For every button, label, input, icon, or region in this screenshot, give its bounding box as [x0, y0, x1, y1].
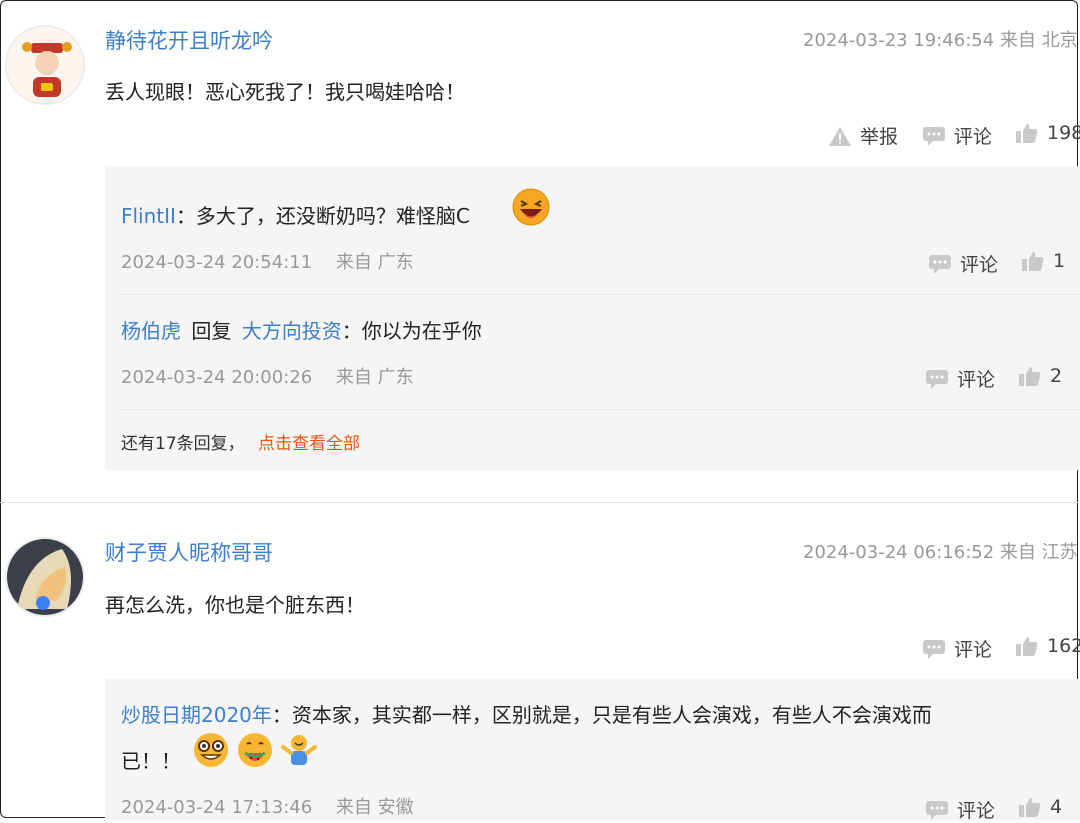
reply-target-username[interactable]: 大方向投资 — [242, 319, 342, 343]
more-replies: 还有17条回复， 点击查看全部 — [121, 429, 360, 454]
reply-like-button[interactable]: 4 — [1018, 796, 1062, 818]
comment-bubble-icon — [925, 799, 949, 821]
reply-word: 回复 — [191, 319, 232, 343]
comment-separator — [0, 502, 1080, 503]
reply-text: ：多大了，还没断奶吗？难怪脑C — [175, 204, 470, 228]
avatar[interactable] — [5, 25, 85, 105]
thumbs-up-icon — [1021, 250, 1045, 272]
comment-button[interactable]: 评论 — [922, 122, 992, 149]
comment-label: 评论 — [960, 254, 999, 276]
comment-time: 2024-03-23 19:46:54 — [803, 30, 995, 51]
like-count: 1 — [1053, 250, 1066, 272]
like-button[interactable]: 198 — [1015, 122, 1080, 144]
reply-username[interactable]: FlintII — [121, 204, 176, 228]
reply-like-button[interactable]: 2 — [1018, 365, 1062, 387]
avatar[interactable] — [5, 537, 85, 617]
grinning-glasses-emoji-icon — [192, 731, 230, 769]
reply-meta: 2024-03-24 20:00:26 来自 广东 — [121, 363, 414, 389]
comment-bubble-icon — [925, 368, 949, 390]
like-count: 4 — [1050, 796, 1063, 818]
thumbs-up-icon — [1015, 635, 1039, 657]
reply-location: 来自 广东 — [335, 252, 414, 273]
more-replies-count: 还有17条回复， — [121, 434, 245, 454]
shrug-emoji-icon — [280, 731, 318, 769]
comment-username[interactable]: 财子贾人昵称哥哥 — [105, 537, 273, 567]
comment-location: 来自 江苏 — [999, 542, 1078, 563]
like-count: 2 — [1050, 365, 1063, 387]
comment-timestamp: 2024-03-24 06:16:52 来自 江苏 — [803, 538, 1078, 564]
reply-text-continued: 已！！ — [121, 749, 181, 773]
reply-content: FlintII：多大了，还没断奶吗？难怪脑C — [121, 200, 470, 229]
like-button[interactable]: 162 — [1015, 635, 1080, 657]
comment-location: 来自 北京 — [999, 30, 1078, 51]
like-count: 198 — [1047, 122, 1080, 144]
reply-time: 2024-03-24 20:54:11 — [121, 252, 313, 273]
thumbs-up-icon — [1018, 365, 1042, 387]
reply-comment-button[interactable]: 评论 — [925, 365, 995, 392]
warning-icon — [828, 125, 852, 147]
laughing-emoji-icon — [512, 188, 550, 226]
comment-username[interactable]: 静待花开且听龙吟 — [105, 25, 273, 55]
thumbs-up-icon — [1018, 796, 1042, 818]
reply-username[interactable]: 杨伯虎 — [121, 319, 181, 343]
reply-content: 杨伯虎 回复 大方向投资：你以为在乎你 — [121, 315, 482, 344]
reply-location: 来自 广东 — [335, 367, 414, 388]
reply-comment-button[interactable]: 评论 — [925, 796, 995, 823]
comment-bubble-icon — [922, 125, 946, 147]
comment-bubble-icon — [922, 638, 946, 660]
comment-label: 评论 — [957, 800, 996, 822]
reply-content: 炒股日期2020年：资本家，其实都一样，区别就是，只是有些人会演戏，有些人不会演… — [121, 699, 932, 728]
watermelon-emoji-icon — [236, 731, 274, 769]
comment-label: 评论 — [954, 639, 993, 661]
reply-text: ：资本家，其实都一样，区别就是，只是有些人会演戏，有些人不会演戏而 — [271, 703, 932, 727]
reply-time: 2024-03-24 17:13:46 — [121, 797, 313, 818]
comment-button[interactable]: 评论 — [922, 635, 992, 662]
reply-location: 来自 安徽 — [335, 797, 414, 818]
comment-timestamp: 2024-03-23 19:46:54 来自 北京 — [803, 26, 1078, 52]
comment-time: 2024-03-24 06:16:52 — [803, 542, 995, 563]
reply-text: ：你以为在乎你 — [341, 319, 482, 343]
view-all-replies-link[interactable]: 点击查看全部 — [258, 434, 360, 454]
emoji-row — [192, 731, 318, 769]
reply-meta: 2024-03-24 17:13:46 来自 安徽 — [121, 793, 414, 819]
report-label: 举报 — [860, 126, 899, 148]
reply-divider — [121, 409, 1080, 410]
thumbs-up-icon — [1015, 122, 1039, 144]
reply-divider — [121, 294, 1080, 295]
reply-username[interactable]: 炒股日期2020年 — [121, 703, 272, 727]
comment-label: 评论 — [957, 369, 996, 391]
reply-like-button[interactable]: 1 — [1021, 250, 1065, 272]
reply-meta: 2024-03-24 20:54:11 来自 广东 — [121, 248, 414, 274]
comment-label: 评论 — [954, 126, 993, 148]
comment-bubble-icon — [928, 253, 952, 275]
comment-text: 丢人现眼！恶心死我了！我只喝娃哈哈！ — [105, 80, 465, 104]
reply-comment-button[interactable]: 评论 — [928, 250, 998, 277]
like-count: 162 — [1047, 635, 1080, 657]
comment-text: 再怎么洗，你也是个脏东西！ — [105, 593, 365, 617]
report-button[interactable]: 举报 — [828, 122, 898, 149]
reply-time: 2024-03-24 20:00:26 — [121, 367, 313, 388]
